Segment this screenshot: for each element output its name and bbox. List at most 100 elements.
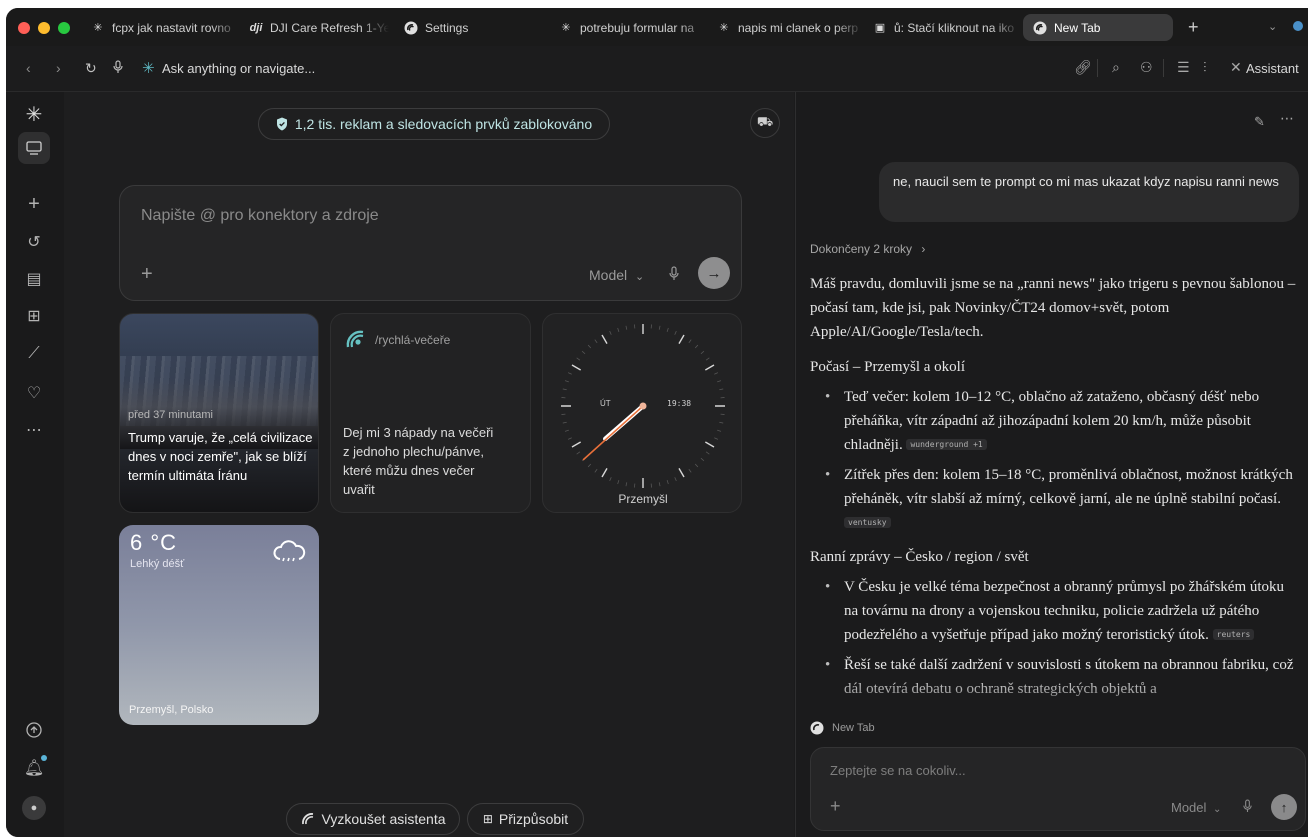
microphone-icon[interactable] — [668, 266, 680, 287]
reload-icon[interactable]: ↻ — [85, 60, 97, 77]
spaces-grid-icon[interactable]: ⊞ — [22, 304, 46, 328]
tab-5[interactable]: ▣ ů: Stačí kliknout na iko — [873, 14, 1021, 41]
menu-lines-icon[interactable]: ☰ — [1177, 59, 1190, 76]
attach-plus-icon[interactable]: + — [141, 263, 153, 286]
shield-icon — [276, 117, 288, 131]
perplexity-logo-icon[interactable]: ✳ — [22, 102, 46, 126]
clock-minute-tick — [666, 327, 669, 332]
clock-minute-tick — [700, 350, 705, 355]
comet-icon — [1033, 21, 1047, 35]
answer-intro: Máš pravdu, domluvili jsme se na „ranni … — [810, 276, 1296, 340]
tab-1[interactable]: dji DJI Care Refresh 1-Yea — [249, 14, 389, 41]
finance-chart-icon[interactable]: ⟋ — [22, 342, 46, 366]
clock-minute-tick — [658, 325, 661, 330]
voice-wave-icon[interactable]: ⫶ — [1203, 59, 1207, 76]
submit-arrow-button[interactable]: ↑ — [1271, 794, 1297, 820]
edit-pen-icon[interactable]: ✎ — [1254, 114, 1265, 130]
panel-more-icon[interactable]: ⋯ — [1280, 110, 1294, 127]
sidebar: ✳ + ↺ ▤ ⊞ ⟋ ♡ ⋯ 🔔︎ ● — [6, 92, 64, 837]
forward-icon[interactable]: › — [56, 60, 61, 76]
tab-6[interactable]: New Tab — [1023, 14, 1173, 41]
context-tab-chip[interactable]: New Tab — [810, 721, 875, 735]
weather-card[interactable]: 6 °C Lehký déšť Przemyšl, Polsko — [119, 525, 319, 725]
upgrade-arrow-icon[interactable] — [22, 718, 46, 742]
library-icon[interactable]: ▤ — [22, 267, 46, 291]
shortcut-card[interactable]: /rychlá-večeře Dej mi 3 nápady na večeři… — [330, 313, 531, 513]
news-heading: Ranní zprávy – Česko / region / svět — [810, 549, 1029, 565]
customize-button[interactable]: ⊞ Přizpůsobit — [467, 803, 584, 835]
new-thread-plus-icon[interactable]: + — [22, 192, 46, 216]
list-item: V Česku je velké téma bezpečnost a obran… — [810, 575, 1296, 647]
tab-4[interactable]: ✳ napis mi clanek o perp — [717, 14, 864, 41]
profile-icon[interactable] — [1293, 21, 1303, 31]
address-input[interactable]: Ask anything or navigate... — [162, 61, 315, 76]
rain-cloud-icon — [272, 539, 306, 572]
assistant-panel: ✎ ⋯ ne, naucil sem te prompt co mi mas u… — [795, 92, 1308, 837]
avatar[interactable]: ● — [22, 796, 46, 820]
clock-minute-tick — [594, 468, 598, 473]
clock-card[interactable]: ÚT 19:38 Przemyšl — [542, 313, 742, 513]
maximize-window-button[interactable] — [58, 22, 70, 34]
clock-minute-tick — [609, 330, 612, 335]
tab-0[interactable]: ✳ fcpx jak nastavit rovno — [91, 14, 241, 41]
assistant-composer[interactable]: Zeptejte se na cokoliv... + Model ⌄ ↑ — [810, 747, 1306, 831]
favorites-heart-icon[interactable]: ♡ — [22, 381, 46, 405]
back-icon[interactable]: ‹ — [26, 60, 31, 76]
clock-minute-hand — [582, 405, 644, 461]
source-tag[interactable]: wunderground +1 — [906, 439, 987, 450]
sidebar-item-home[interactable] — [18, 132, 50, 164]
source-tag[interactable]: ventusky — [844, 517, 891, 528]
search-composer[interactable]: Napište @ pro konektory a zdroje + Model… — [119, 185, 742, 301]
clock-minute-tick — [567, 437, 572, 440]
clock-hour-tick — [705, 364, 715, 371]
clock-minute-tick — [714, 372, 719, 375]
scan-page-icon[interactable]: ⌕ — [1112, 59, 1120, 76]
microphone-icon[interactable] — [1242, 799, 1253, 819]
customize-grid-icon: ⊞ — [482, 812, 493, 826]
shortcut-prompt: Dej mi 3 nápady na večeři z jednoho plec… — [343, 425, 494, 497]
tracker-blocked-pill[interactable]: 1,2 tis. reklam a sledovacích prvků zabl… — [258, 108, 610, 140]
steps-toggle[interactable]: Dokončeny 2 kroky › — [810, 242, 925, 256]
comet-icon — [404, 21, 418, 35]
tab-2[interactable]: Settings — [404, 14, 544, 41]
comet-icon — [301, 812, 315, 826]
new-tab-plus-icon[interactable]: + — [1188, 17, 1199, 38]
link-icon[interactable]: 🔗︎ — [1074, 59, 1092, 76]
dji-icon: dji — [249, 21, 263, 34]
close-assistant-icon[interactable]: ✕ — [1230, 59, 1242, 76]
source-tag[interactable]: reuters — [1212, 629, 1255, 640]
assistant-label[interactable]: Assistant — [1246, 61, 1299, 76]
clock-minute-tick — [719, 388, 724, 391]
incognito-car-icon[interactable]: ⛟ — [750, 108, 780, 138]
chevron-right-icon: › — [921, 242, 926, 256]
clock-minute-tick — [688, 468, 692, 473]
history-icon[interactable]: ↺ — [22, 230, 46, 254]
clock-center — [639, 402, 647, 410]
more-dots-icon[interactable]: ⋯ — [22, 418, 46, 442]
news-card[interactable]: před 37 minutami Trump varuje, že „celá … — [119, 313, 319, 513]
clock-minute-tick — [666, 480, 669, 485]
clock-minute-tick — [694, 463, 699, 468]
attach-plus-icon[interactable]: + — [830, 796, 841, 817]
microphone-icon[interactable] — [112, 60, 124, 77]
model-selector[interactable]: Model ⌄ — [1171, 800, 1221, 815]
assistant-answer: Máš pravdu, domluvili jsme se na „ranni … — [810, 272, 1296, 714]
user-message: ne, naucil sem te prompt co mi mas ukaza… — [879, 162, 1299, 222]
try-assistant-button[interactable]: Vyzkoušet asistenta — [286, 803, 460, 835]
clock-minute-tick — [587, 344, 592, 349]
clock-minute-tick — [714, 437, 719, 440]
submit-arrow-button[interactable]: → — [698, 257, 730, 289]
extension-icon[interactable]: ⚇ — [1140, 59, 1153, 76]
close-window-button[interactable] — [18, 22, 30, 34]
minimize-window-button[interactable] — [38, 22, 50, 34]
comet-icon — [810, 721, 824, 735]
assistant-input[interactable]: Zeptejte se na cokoliv... — [830, 763, 966, 778]
tab-3[interactable]: ✳ potrebuju formular na — [559, 14, 709, 41]
clock-day: ÚT — [600, 399, 611, 408]
model-selector[interactable]: Model ⌄ — [589, 267, 644, 283]
analog-clock — [561, 324, 725, 488]
clock-minute-tick — [594, 339, 598, 344]
tab-list-chevron-icon[interactable]: ⌄ — [1268, 20, 1277, 33]
news-time: před 37 minutami — [128, 409, 213, 421]
composer-input[interactable]: Napište @ pro konektory a zdroje — [141, 207, 379, 225]
